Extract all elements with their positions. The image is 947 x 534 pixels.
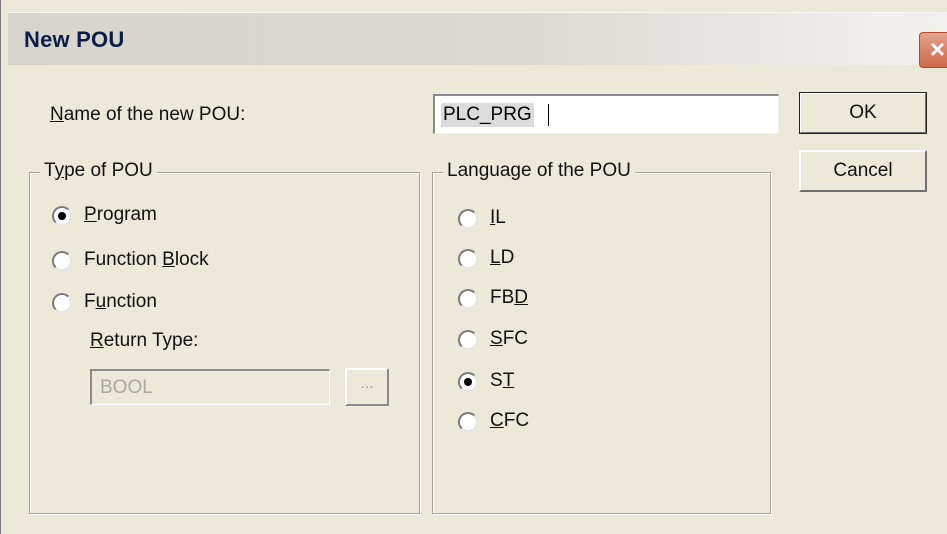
radio-unselected-icon [458,289,478,309]
dialog-content: Name of the new POU: PLC_PRG OK Cancel T… [8,64,947,534]
radio-selected-icon [458,372,478,392]
return-type-field: BOOL [90,369,330,405]
radio-label-st: ST [490,370,515,391]
cancel-button[interactable]: Cancel [799,150,927,192]
radio-unselected-icon [52,293,72,313]
radio-unselected-icon [458,209,478,229]
radio-unselected-icon [52,251,72,271]
radio-unselected-icon [458,412,478,432]
radio-label-ld: LD [490,247,515,268]
return-type-value: BOOL [100,377,153,398]
radio-label-sfc: SFC [490,328,529,349]
close-icon: × [929,34,946,64]
language-of-pou-legend: Language of the POU [443,160,635,182]
radio-label-fbd: FBD [490,287,529,308]
radio-selected-icon [52,206,72,226]
title-bar[interactable]: New POU × [8,12,947,68]
pou-name-selected-text: PLC_PRG [441,103,534,127]
radio-unselected-icon [458,330,478,350]
return-type-browse-button: ... [345,368,389,406]
dialog-title: New POU [24,27,125,52]
name-label: Name of the new POU: [50,104,246,125]
pou-name-input[interactable]: PLC_PRG [433,94,779,134]
radio-label-il: IL [490,207,506,228]
new-pou-dialog: New POU × Name of the new POU: PLC_PRG O… [0,0,947,534]
radio-label-cfc: CFC [490,410,530,431]
ok-button[interactable]: OK [799,92,927,134]
text-caret [548,104,549,126]
radio-label-program: Program [84,204,157,225]
close-button[interactable]: × [919,32,947,68]
return-type-label: Return Type: [90,330,199,351]
radio-label-function: Function [84,291,157,312]
radio-unselected-icon [458,249,478,269]
language-of-pou-group: Language of the POU [432,160,771,514]
type-of-pou-legend: Type of POU [40,160,157,182]
radio-label-function-block: Function Block [84,249,209,270]
